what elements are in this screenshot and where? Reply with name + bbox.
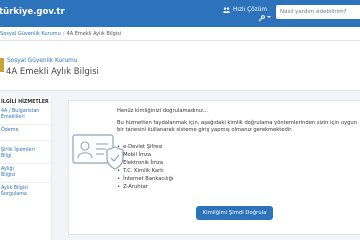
people-icon <box>223 7 230 13</box>
sidebar-divider <box>0 182 52 183</box>
sidebar-divider <box>0 140 52 141</box>
breadcrumb-separator: / <box>62 31 65 37</box>
description-line-2: bir tanesini kullanarak sisteme giriş ya… <box>117 127 293 133</box>
list-item: Z-Aruhtar <box>117 183 173 191</box>
verification-description: Bu hizmetten faydalanmak için, aşağıdaki… <box>117 120 357 134</box>
page-heading-section <box>0 41 360 91</box>
search-input[interactable]: Nasıl yardım edebilirim? <box>276 5 360 19</box>
breadcrumb-item-current: 4A Emekli Aylık Bilgisi <box>66 31 122 37</box>
sidebar-item-sorgulama[interactable]: Sorgulama <box>1 192 27 198</box>
sidebar-heading: İLGİLİ HİZMETLER <box>1 100 49 105</box>
sidebar-item-bilgi[interactable]: Bilgi <box>1 154 11 160</box>
wrench-icon <box>258 7 265 26</box>
institution-logo-icon <box>0 58 4 72</box>
sidebar-item-emeklileri[interactable]: Emeklileri <box>1 115 25 121</box>
verification-heading: Henüz kimliğinizi doğrulamadınız... <box>117 108 208 114</box>
site-logo[interactable]: türkiye.gov.tr <box>0 7 65 17</box>
sidebar-divider <box>0 163 52 164</box>
tools-menu-button[interactable] <box>258 7 271 26</box>
chevron-down-icon <box>267 15 271 18</box>
breadcrumb: Sosyal Güvenlik Kurumu/4A Emekli Aylık B… <box>0 27 360 41</box>
sidebar-divider <box>0 124 52 125</box>
institution-name[interactable]: Sosyal Güvenlik Kurumu <box>7 58 78 64</box>
id-card-shield-icon <box>71 131 127 179</box>
sidebar-item-odeme[interactable]: Ödeme <box>1 128 18 134</box>
sidebar-item-aylik-bilgisi[interactable]: Bilgisi <box>1 173 15 179</box>
breadcrumb-item-institution[interactable]: Sosyal Güvenlik Kurumu <box>0 31 61 37</box>
verify-identity-button[interactable]: Kimliğimi Şimdi Doğrula <box>196 206 273 220</box>
description-line-1: Bu hizmetten faydalanmak için, aşağıdaki… <box>117 120 357 126</box>
page-title: 4A Emekli Aylık Bilgisi <box>6 67 99 77</box>
